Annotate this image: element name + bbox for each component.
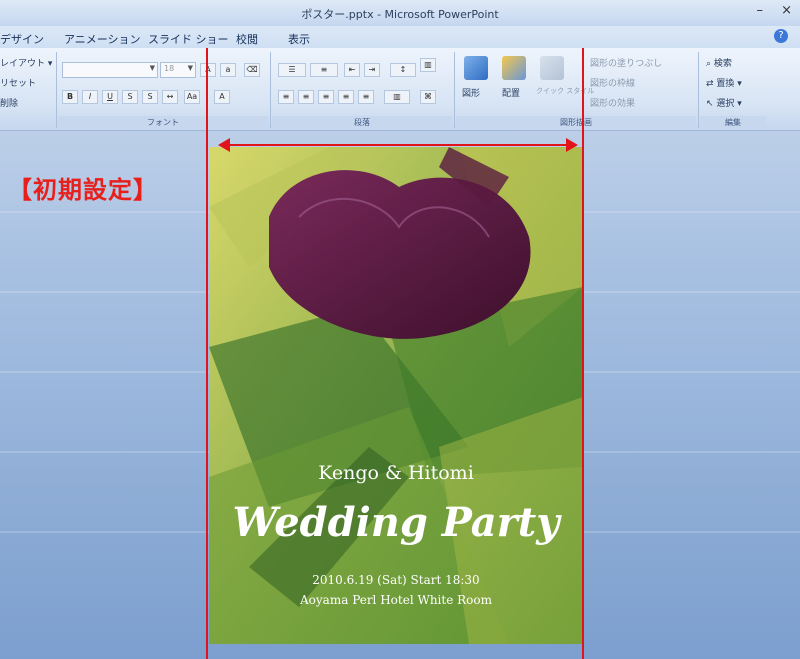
shapes-icon[interactable]: [464, 56, 488, 80]
smartart-icon[interactable]: ⌘: [420, 90, 436, 104]
font-name-combo[interactable]: ▼: [62, 62, 158, 78]
ribbon: レイアウト ▾ リセット 削除 ▼ 18 ▼ A a ⌫ B I U S S ↔…: [0, 48, 800, 131]
event-date[interactable]: 2010.6.19 (Sat) Start 18:30: [209, 573, 583, 587]
arrange-icon[interactable]: [502, 56, 526, 80]
couple-names[interactable]: Kengo & Hitomi: [209, 462, 583, 484]
tab-design[interactable]: デザイン: [0, 31, 44, 47]
strikethrough-icon[interactable]: S: [122, 90, 138, 104]
right-guide-line: [582, 48, 584, 659]
shape-effects-button[interactable]: 図形の効果: [590, 96, 635, 109]
distribute-icon[interactable]: ≡: [358, 90, 374, 104]
arrange-button[interactable]: 配置: [502, 86, 520, 99]
align-center-icon[interactable]: ≡: [298, 90, 314, 104]
shrink-font-icon[interactable]: a: [220, 63, 236, 77]
case-icon[interactable]: Aa: [184, 90, 200, 104]
paragraph-group-label: 段落: [272, 116, 452, 129]
find-button[interactable]: ⌕ 検索: [706, 56, 732, 69]
width-arrow: [225, 144, 567, 146]
tulip-artwork: [209, 147, 583, 644]
replace-button[interactable]: ⇄ 置換 ▾: [706, 76, 742, 89]
close-button[interactable]: ×: [781, 3, 792, 18]
font-group-label: フォント: [58, 116, 268, 129]
numbering-icon[interactable]: ≡: [310, 63, 338, 77]
columns-icon[interactable]: ▥: [384, 90, 410, 104]
clear-format-icon[interactable]: ⌫: [244, 63, 260, 77]
event-title[interactable]: Wedding Party: [209, 499, 583, 546]
font-color-icon[interactable]: A: [214, 90, 230, 104]
quick-style-button[interactable]: クイック スタイル: [536, 86, 594, 96]
align-right-icon[interactable]: ≡: [318, 90, 334, 104]
quick-style-icon[interactable]: [540, 56, 564, 80]
shape-fill-button[interactable]: 図形の塗りつぶし: [590, 56, 662, 69]
title-bar: ポスター.pptx - Microsoft PowerPoint – ×: [0, 0, 800, 26]
text-direction-icon[interactable]: ▥: [420, 58, 436, 72]
shape-outline-button[interactable]: 図形の枠線: [590, 76, 635, 89]
tab-slideshow[interactable]: スライド ショー: [148, 31, 229, 47]
spacing-icon[interactable]: ↔: [162, 90, 178, 104]
underline-icon[interactable]: U: [102, 90, 118, 104]
slide[interactable]: Kengo & Hitomi Wedding Party 2010.6.19 (…: [209, 147, 583, 644]
decrease-indent-icon[interactable]: ⇤: [344, 63, 360, 77]
shapes-button[interactable]: 図形: [462, 86, 480, 99]
tab-animation[interactable]: アニメーション: [64, 31, 141, 47]
shadow-icon[interactable]: S: [142, 90, 158, 104]
tab-view[interactable]: 表示: [288, 31, 310, 47]
bold-icon[interactable]: B: [62, 90, 78, 104]
select-label: 選択 ▾: [716, 99, 742, 109]
font-size-value: 18: [164, 64, 175, 73]
reset-button[interactable]: リセット: [0, 76, 36, 89]
line-spacing-icon[interactable]: ↕: [390, 63, 416, 77]
tab-review[interactable]: 校閲: [236, 31, 258, 47]
layout-button[interactable]: レイアウト ▾: [0, 56, 52, 69]
delete-button[interactable]: 削除: [0, 96, 18, 109]
help-icon[interactable]: ?: [774, 29, 788, 43]
ribbon-tabs: デザイン アニメーション スライド ショー 校閲 表示 ?: [0, 26, 800, 48]
event-venue[interactable]: Aoyama Perl Hotel White Room: [209, 593, 583, 607]
replace-label: 置換 ▾: [716, 79, 742, 89]
left-guide-line: [206, 48, 208, 659]
increase-indent-icon[interactable]: ⇥: [364, 63, 380, 77]
italic-icon[interactable]: I: [82, 90, 98, 104]
drawing-group-label: 図形描画: [456, 116, 696, 129]
select-button[interactable]: ↖ 選択 ▾: [706, 96, 742, 109]
window-title: ポスター.pptx - Microsoft PowerPoint: [301, 8, 499, 21]
find-label: 検索: [713, 59, 732, 69]
arrow-right-head-icon: [566, 138, 578, 152]
bullets-icon[interactable]: ☰: [278, 63, 306, 77]
replace-icon: ⇄: [706, 79, 714, 89]
binoculars-icon: ⌕: [706, 59, 712, 69]
align-left-icon[interactable]: ≡: [278, 90, 294, 104]
minimize-button[interactable]: –: [756, 3, 763, 18]
edit-group-label: 編集: [700, 116, 766, 129]
cursor-icon: ↖: [706, 99, 714, 109]
grow-font-icon[interactable]: A: [200, 63, 216, 77]
justify-icon[interactable]: ≡: [338, 90, 354, 104]
initial-setting-label: 【初期設定】: [8, 176, 158, 204]
font-size-combo[interactable]: 18 ▼: [160, 62, 196, 78]
arrow-left-head-icon: [218, 138, 230, 152]
